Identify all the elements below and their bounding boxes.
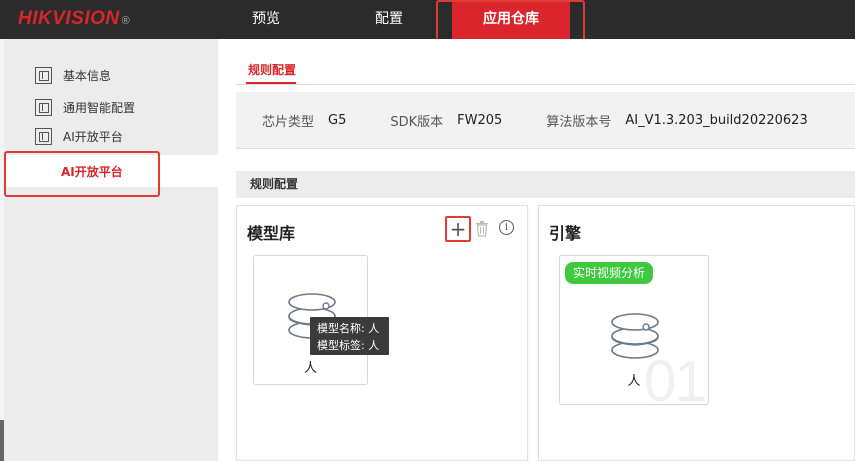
grid-icon: [35, 66, 52, 84]
nav-preview[interactable]: 预览: [240, 0, 292, 39]
engine-card-name: 人: [627, 374, 641, 389]
engine-title: 引擎: [549, 224, 582, 243]
database-icon: [611, 313, 659, 359]
tooltip-model-name: 模型名称: 人: [317, 322, 380, 335]
trash-icon[interactable]: [475, 221, 489, 237]
sidebar-item-basic-info[interactable]: 基本信息: [4, 61, 218, 89]
logo-text: HIKVISION: [18, 8, 120, 29]
chip-type-label: 芯片类型: [262, 114, 315, 130]
sidebar-item-smart-config[interactable]: 通用智能配置: [4, 93, 218, 121]
hikvision-logo[interactable]: HIKVISION ®: [18, 8, 130, 30]
sidebar: 基本信息 通用智能配置 AI开放平台 AI开放平台: [4, 39, 218, 461]
grid-icon: [35, 98, 52, 116]
sidebar-item-label: AI开放平台: [63, 129, 123, 144]
version-info-bar: 芯片类型 G5 SDK版本 FW205 算法版本号 AI_V1.3.203_bu…: [236, 92, 855, 149]
edge-strip: [0, 420, 4, 461]
model-card-name: 人: [303, 361, 317, 376]
tab-rule-config[interactable]: 规则配置: [248, 61, 296, 78]
grid-icon: [35, 127, 52, 145]
section-title: 规则配置: [236, 171, 855, 198]
engine-panel: 引擎 01 实时视频分析 人: [538, 205, 855, 461]
add-model-button[interactable]: +: [445, 216, 471, 242]
main-content: 规则配置 芯片类型 G5 SDK版本 FW205 算法版本号 AI_V1.3.2…: [218, 39, 855, 461]
chip-type-value: G5: [328, 112, 347, 128]
sdk-version-value: FW205: [457, 112, 503, 128]
algo-version-value: AI_V1.3.203_build20220623: [625, 112, 808, 128]
sidebar-subitem-ai-platform[interactable]: AI开放平台: [4, 155, 218, 187]
sdk-version-label: SDK版本: [390, 114, 444, 130]
sidebar-subitem-label: AI开放平台: [61, 164, 123, 179]
model-library-title: 模型库: [247, 224, 296, 243]
sidebar-item-label: 基本信息: [63, 68, 112, 83]
plus-icon: +: [449, 217, 467, 241]
top-bar: HIKVISION ® 预览 配置 应用仓库: [0, 0, 855, 39]
realtime-video-badge: 实时视频分析: [565, 262, 654, 284]
sidebar-item-ai-platform[interactable]: AI开放平台: [4, 122, 218, 150]
logo-registered-mark: ®: [121, 15, 130, 27]
tab-divider: [236, 84, 855, 85]
nav-config[interactable]: 配置: [363, 0, 415, 39]
model-tooltip: 模型名称: 人 模型标签: 人: [310, 317, 389, 355]
tooltip-model-tag: 模型标签: 人: [317, 339, 380, 352]
info-icon[interactable]: i: [499, 220, 514, 235]
sidebar-item-label: 通用智能配置: [63, 100, 136, 115]
engine-card[interactable]: 01 实时视频分析 人: [559, 255, 709, 414]
algo-version-label: 算法版本号: [546, 114, 612, 130]
nav-app-repository[interactable]: 应用仓库: [452, 0, 570, 39]
